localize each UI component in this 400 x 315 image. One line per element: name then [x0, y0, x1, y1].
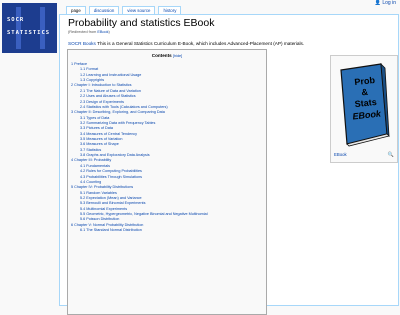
book-thumbnail: Prob & Stats EBook EBook 🔍 [330, 55, 398, 163]
login-link[interactable]: 👤 Log in [375, 0, 396, 6]
book-caption-link[interactable]: EBook [334, 152, 347, 157]
toc-header: Contents [hide] [68, 53, 266, 58]
toc-item[interactable]: 6.1 The Standard Normal Distribution [68, 228, 266, 233]
intro-text: This is a General Statistics Curriculum … [95, 41, 305, 46]
tab-page[interactable]: page [66, 6, 86, 14]
logo-text-statistics: STATISTICS [7, 30, 51, 36]
tab-history[interactable]: history [158, 6, 182, 14]
content-panel: Probability and statistics EBook (Redire… [59, 14, 399, 315]
redirect-note: (Redirected from EBook) [68, 30, 110, 34]
redirect-link[interactable]: EBook [97, 30, 108, 34]
logo-stripe [16, 7, 21, 49]
login-label: Log in [382, 0, 396, 6]
tab-discussion[interactable]: discussion [88, 6, 120, 14]
magnify-icon[interactable]: 🔍 [388, 152, 394, 158]
toc-title: Contents [151, 53, 172, 58]
toc-hide-link[interactable]: [hide] [173, 54, 182, 58]
tab-view-source[interactable]: view source [122, 6, 156, 14]
redirect-suffix: ) [108, 30, 110, 34]
book-cover-image[interactable]: Prob & Stats EBook [335, 60, 391, 148]
page-tabs: page discussion view source history [66, 6, 182, 14]
site-logo[interactable]: SOCR STATISTICS [2, 3, 57, 53]
toc-list: 1 Preface 1.1 Format 1.2 Learning and Inst… [68, 62, 266, 234]
logo-stripe [40, 7, 45, 49]
socr-books-link[interactable]: SOCR Books [68, 41, 96, 46]
logo-text-socr: SOCR [7, 17, 25, 23]
page-title: Probability and statistics EBook [68, 17, 215, 29]
intro-paragraph: SOCR Books This is a General Statistics … [68, 41, 304, 46]
redirect-prefix: (Redirected from [68, 30, 98, 34]
table-of-contents: Contents [hide] 1 Preface 1.1 Format 1.2 L… [67, 49, 267, 315]
user-icon: 👤 [374, 0, 381, 6]
